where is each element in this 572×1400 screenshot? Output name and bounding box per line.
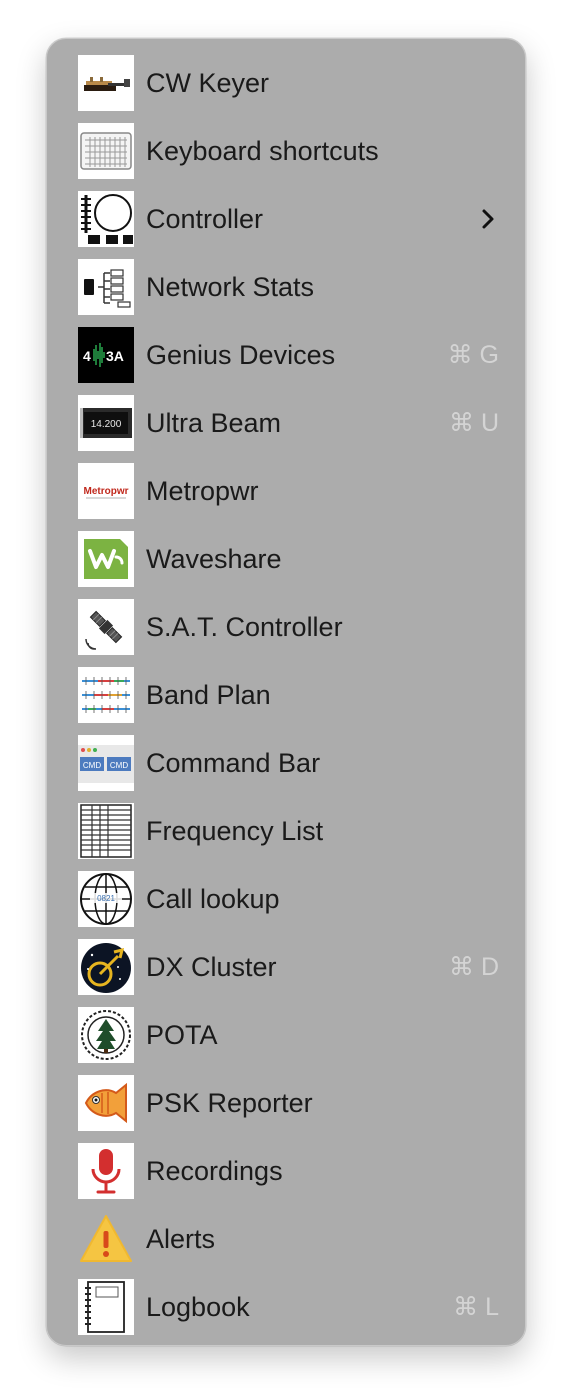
context-menu: CW Keyer Keyboard shortcuts Controller N… <box>46 38 526 1346</box>
menu-item-label: Network Stats <box>146 271 315 302</box>
menu-item-keyboard-shortcuts[interactable]: Keyboard shortcuts <box>78 123 498 179</box>
svg-text:4: 4 <box>83 348 91 364</box>
menu-item-label: Keyboard shortcuts <box>146 135 379 166</box>
waveshare-icon <box>78 531 134 587</box>
svg-text:CMD: CMD <box>110 761 128 770</box>
menu-item-call-lookup[interactable]: 0821 Call lookup <box>78 871 498 927</box>
pota-icon <box>78 1007 134 1063</box>
shortcut-label: ⌘ D <box>449 953 499 981</box>
menu-item-cw-keyer[interactable]: CW Keyer <box>78 55 498 111</box>
menu-item-label: Controller <box>146 203 264 234</box>
shortcut-label: ⌘ U <box>449 409 499 437</box>
metropwr-icon: Metropwr <box>78 463 134 519</box>
menu-item-label: Genius Devices <box>146 339 336 370</box>
frequency-list-icon <box>78 803 134 859</box>
menu-item-label: CW Keyer <box>146 67 270 98</box>
menu-item-recordings[interactable]: Recordings <box>78 1143 498 1199</box>
menu-item-label: S.A.T. Controller <box>146 611 343 642</box>
menu-item-network-stats[interactable]: Network Stats <box>78 259 498 315</box>
controller-icon <box>78 191 134 247</box>
menu-item-sat-controller[interactable]: S.A.T. Controller <box>78 599 498 655</box>
globe-icon: 0821 <box>78 871 134 927</box>
menu-item-metropwr[interactable]: Metropwr Metropwr <box>78 463 498 519</box>
svg-text:3A: 3A <box>106 348 124 364</box>
svg-text:Metropwr: Metropwr <box>84 486 129 497</box>
shortcut-label: ⌘ G <box>447 341 499 369</box>
svg-text:CMD: CMD <box>83 761 101 770</box>
command-bar-icon: CMD CMD <box>78 735 134 791</box>
menu-item-label: PSK Reporter <box>146 1087 313 1118</box>
satellite-icon <box>78 599 134 655</box>
menu-item-label: POTA <box>146 1019 218 1050</box>
genius-devices-icon: 4 3A <box>78 327 134 383</box>
menu-item-band-plan[interactable]: Band Plan <box>78 667 498 723</box>
notebook-icon <box>78 1279 134 1335</box>
menu-item-genius-devices[interactable]: 4 3A Genius Devices ⌘ G <box>78 327 499 383</box>
dx-cluster-icon <box>78 939 134 995</box>
ultra-beam-icon: 14.200 <box>78 395 134 451</box>
network-stats-icon <box>78 259 134 315</box>
menu-item-pota[interactable]: POTA <box>78 1007 498 1063</box>
menu-item-controller[interactable]: Controller <box>78 191 498 247</box>
menu-item-label: Ultra Beam <box>146 407 282 438</box>
warning-icon <box>78 1211 134 1267</box>
menu-item-dx-cluster[interactable]: DX Cluster ⌘ D <box>78 939 499 995</box>
menu-item-label: Waveshare <box>146 543 282 574</box>
fish-icon <box>78 1075 134 1131</box>
shortcut-label: ⌘ L <box>453 1293 499 1321</box>
menu-item-waveshare[interactable]: Waveshare <box>78 531 498 587</box>
menu-item-psk-reporter[interactable]: PSK Reporter <box>78 1075 498 1131</box>
cw-keyer-icon <box>78 55 134 111</box>
menu-item-label: Command Bar <box>146 747 321 778</box>
menu-item-label: Metropwr <box>146 475 259 506</box>
menu-item-label: Band Plan <box>146 679 271 710</box>
chevron-right-icon <box>482 209 494 229</box>
menu-item-label: Frequency List <box>146 815 324 846</box>
menu-item-ultra-beam[interactable]: 14.200 Ultra Beam ⌘ U <box>78 395 499 451</box>
menu-item-label: DX Cluster <box>146 951 277 982</box>
band-plan-icon <box>78 667 134 723</box>
menu-item-label: Alerts <box>146 1223 216 1254</box>
menu-item-label: Call lookup <box>146 883 280 914</box>
svg-text:0821: 0821 <box>97 894 115 903</box>
menu-item-alerts[interactable]: Alerts <box>78 1211 498 1267</box>
menu-item-logbook[interactable]: Logbook ⌘ L <box>78 1279 499 1335</box>
svg-text:14.200: 14.200 <box>91 419 122 430</box>
microphone-icon <box>78 1143 134 1199</box>
menu-item-command-bar[interactable]: CMD CMD Command Bar <box>78 735 498 791</box>
menu-item-label: Recordings <box>146 1155 283 1186</box>
menu-item-frequency-list[interactable]: Frequency List <box>78 803 498 859</box>
keyboard-icon <box>78 123 134 179</box>
menu-item-label: Logbook <box>146 1291 250 1322</box>
